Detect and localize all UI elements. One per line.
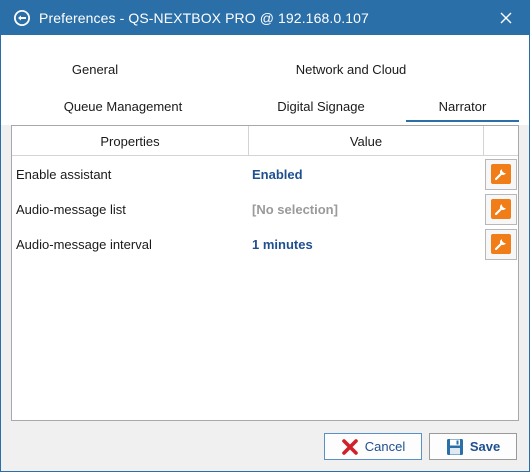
grid-row-audio-message-interval[interactable]: Audio-message interval 1 minutes — [12, 227, 518, 261]
save-label: Save — [469, 439, 501, 454]
title-bar: Preferences - QS-NEXTBOX PRO @ 192.168.0… — [1, 1, 529, 35]
row-label: Enable assistant — [16, 166, 112, 182]
cancel-button[interactable]: Cancel — [324, 433, 422, 460]
cancel-label: Cancel — [364, 439, 406, 454]
wrench-icon — [491, 164, 511, 184]
column-header-actions — [484, 126, 518, 156]
tab-narrator[interactable]: Narrator — [406, 93, 519, 122]
tab-network-and-cloud[interactable]: Network and Cloud — [251, 56, 451, 82]
wrench-icon — [491, 234, 511, 254]
edit-audio-message-interval-button[interactable] — [485, 228, 517, 260]
column-header-value[interactable]: Value — [249, 126, 484, 156]
tab-strip: General Network and Cloud Queue Manageme… — [1, 35, 529, 125]
close-icon — [500, 12, 512, 24]
row-label: Audio-message interval — [16, 236, 152, 252]
row-value: Enabled — [252, 166, 303, 182]
tab-digital-signage[interactable]: Digital Signage — [246, 93, 396, 119]
row-value: [No selection] — [252, 201, 338, 217]
tab-general[interactable]: General — [15, 56, 175, 82]
cancel-x-icon — [341, 438, 359, 456]
wrench-icon — [491, 199, 511, 219]
window-title: Preferences - QS-NEXTBOX PRO @ 192.168.0… — [39, 10, 369, 26]
tab-queue-management[interactable]: Queue Management — [38, 93, 208, 119]
preferences-window: Preferences - QS-NEXTBOX PRO @ 192.168.0… — [0, 0, 530, 472]
properties-grid: Properties Value Enable assistant Enable… — [11, 125, 519, 421]
close-button[interactable] — [483, 1, 529, 35]
row-value: 1 minutes — [252, 236, 313, 252]
grid-row-enable-assistant[interactable]: Enable assistant Enabled — [12, 157, 518, 191]
grid-row-audio-message-list[interactable]: Audio-message list [No selection] — [12, 192, 518, 226]
app-logo-icon — [13, 9, 31, 27]
edit-enable-assistant-button[interactable] — [485, 158, 517, 190]
floppy-disk-icon — [446, 438, 464, 456]
grid-header: Properties Value — [12, 126, 518, 156]
edit-audio-message-list-button[interactable] — [485, 193, 517, 225]
column-header-properties[interactable]: Properties — [12, 126, 249, 156]
save-button[interactable]: Save — [429, 433, 517, 460]
row-label: Audio-message list — [16, 201, 126, 217]
